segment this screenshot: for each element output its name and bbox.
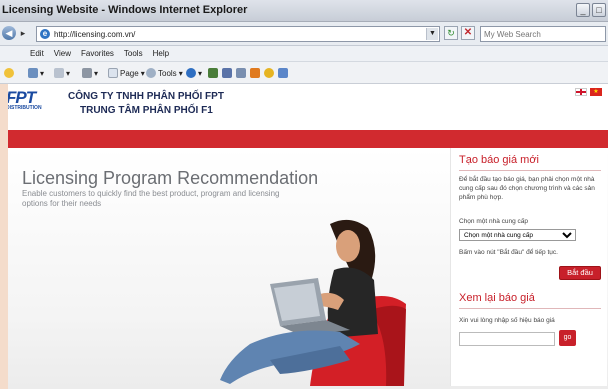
- gear-icon: [146, 68, 156, 78]
- toolbar-addon-icon-4[interactable]: [250, 67, 260, 79]
- new-quote-intro: Để bắt đầu tạo báo giá, bạn phải chọn mộ…: [459, 176, 595, 201]
- vendor-select-label: Chọn một nhà cung cấp: [459, 218, 529, 225]
- url-field[interactable]: e http://licensing.com.vn/ ▼: [36, 26, 440, 42]
- toolbar-addon-icon-6[interactable]: [278, 67, 288, 79]
- address-bar: ◀ ▸ e http://licensing.com.vn/ ▼ ↻ ✕: [0, 22, 608, 46]
- fpt-logo[interactable]: FPT DISTRIBUTION: [6, 88, 54, 120]
- toolbar-addon-icon-2[interactable]: [222, 67, 232, 79]
- window-title: Licensing Website - Windows Internet Exp…: [2, 4, 248, 16]
- english-flag-icon[interactable]: [575, 88, 587, 96]
- page-icon: [108, 68, 118, 78]
- refresh-button[interactable]: ↻: [444, 26, 458, 40]
- print-icon[interactable]: ▾: [82, 67, 98, 79]
- quote-number-input[interactable]: [459, 332, 555, 346]
- company-division: TRUNG TÂM PHÂN PHỐI F1: [80, 105, 213, 116]
- tools-menu-label: Tools: [158, 68, 177, 78]
- start-button[interactable]: Bắt đầu: [559, 266, 601, 280]
- new-quote-heading: Tạo báo giá mới: [459, 154, 539, 166]
- start-instruction: Bấm vào nút "Bắt đầu" để tiếp tục.: [459, 249, 558, 256]
- window-titlebar: Licensing Website - Windows Internet Exp…: [0, 0, 608, 22]
- help-icon[interactable]: ▾: [186, 67, 202, 79]
- heading-divider: [459, 170, 601, 171]
- go-button[interactable]: go: [559, 330, 576, 346]
- page-menu-label: Page: [120, 68, 139, 78]
- hero-subtitle: Enable customers to quickly find the bes…: [22, 189, 280, 208]
- page-menu-button[interactable]: Page ▾: [108, 67, 145, 79]
- logo-subtext: DISTRIBUTION: [6, 105, 42, 111]
- back-button[interactable]: ◀: [2, 26, 16, 40]
- url-text[interactable]: http://licensing.com.vn/: [54, 30, 135, 39]
- toolbar-addon-icon-1[interactable]: [208, 67, 218, 79]
- language-switcher: ★: [575, 88, 602, 96]
- left-edge-strip: [0, 84, 8, 389]
- company-name: CÔNG TY TNHH PHÂN PHỐI FPT: [68, 91, 224, 102]
- menu-favorites[interactable]: Favorites: [81, 49, 114, 58]
- url-dropdown-icon[interactable]: ▼: [426, 28, 438, 40]
- quote-side-panel: Tạo báo giá mới Để bắt đầu tạo báo giá, …: [450, 148, 607, 386]
- forward-dropdown-icon[interactable]: ▸: [18, 26, 28, 40]
- menu-bar: Edit View Favorites Tools Help: [0, 46, 608, 62]
- maximize-button[interactable]: □: [592, 3, 606, 17]
- vietnam-flag-icon[interactable]: ★: [590, 88, 602, 96]
- feeds-icon[interactable]: ▾: [54, 67, 70, 79]
- command-toolbar: ▾ ▾ ▾ Page ▾ Tools ▾ ▾: [0, 62, 608, 84]
- web-search-input[interactable]: [481, 27, 591, 41]
- red-banner-band: [0, 130, 608, 148]
- menu-edit[interactable]: Edit: [30, 49, 44, 58]
- woman-with-laptop-image: [220, 219, 406, 386]
- quote-number-instruction: Xin vui lòng nhập số hiệu báo giá: [459, 317, 555, 324]
- review-quote-heading: Xem lại báo giá: [459, 292, 535, 304]
- minimize-button[interactable]: _: [576, 3, 590, 17]
- window-controls: _ □: [576, 3, 606, 17]
- home-icon[interactable]: ▾: [28, 67, 44, 79]
- favorites-star-icon[interactable]: [4, 67, 14, 79]
- ie-page-icon: e: [40, 29, 50, 39]
- stop-button[interactable]: ✕: [461, 26, 475, 40]
- menu-tools[interactable]: Tools: [124, 49, 143, 58]
- toolbar-addon-icon-3[interactable]: [236, 67, 246, 79]
- hero-title: Licensing Program Recommendation: [22, 168, 319, 188]
- toolbar-addon-icon-5[interactable]: [264, 67, 274, 79]
- tools-menu-button[interactable]: Tools ▾: [146, 67, 183, 79]
- heading-divider: [459, 308, 601, 309]
- menu-help[interactable]: Help: [153, 49, 169, 58]
- vendor-select[interactable]: Chọn một nhà cung cấp: [459, 229, 576, 241]
- web-search-field[interactable]: [480, 26, 606, 42]
- menu-view[interactable]: View: [54, 49, 71, 58]
